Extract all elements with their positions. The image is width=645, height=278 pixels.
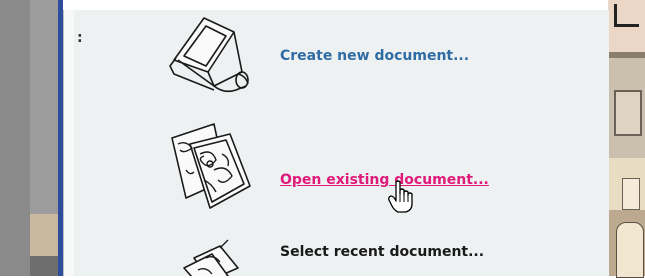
hand-cursor-icon (388, 180, 413, 213)
background-right-artwork (608, 0, 645, 278)
background-left-dark (0, 0, 30, 276)
document-options-panel: : Create new document... Open existing d… (63, 10, 609, 276)
select-recent-document-link[interactable]: Select recent document... (280, 244, 484, 260)
panel-top-frame (63, 0, 613, 10)
open-document-icon (171, 123, 251, 209)
create-new-document-link[interactable]: Create new document... (280, 48, 469, 64)
new-document-icon (169, 17, 249, 93)
open-existing-document-link[interactable]: Open existing document... (280, 172, 489, 188)
recent-documents-icon (183, 239, 239, 276)
